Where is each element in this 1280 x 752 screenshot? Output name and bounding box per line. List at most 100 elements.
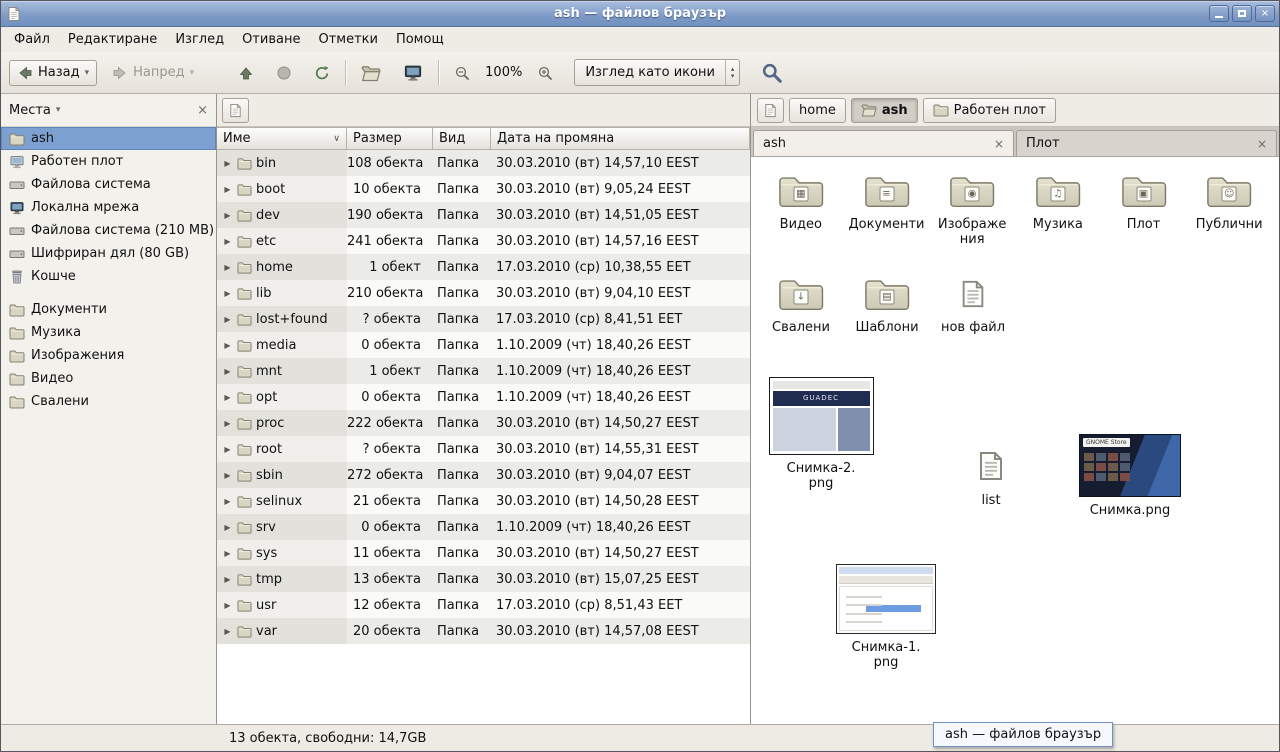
table-row[interactable]: ▶media0 обектаПапка1.10.2009 (чт) 18,40,… (217, 332, 750, 358)
stop-button[interactable] (269, 61, 299, 85)
table-row[interactable]: ▶sbin272 обектаПапка30.03.2010 (вт) 9,04… (217, 462, 750, 488)
expander-icon[interactable]: ▶ (222, 185, 233, 194)
sidebar-item-downloads[interactable]: Свалени (1, 390, 216, 413)
sidebar-item-filesystem-210mb[interactable]: Файлова система (210 MB) (1, 219, 216, 242)
sidebar-item-trash[interactable]: Кошче (1, 265, 216, 288)
icon-item-downloads[interactable]: ↓ Свалени (759, 274, 843, 336)
column-header-type[interactable]: Вид (433, 127, 491, 150)
zoom-out-button[interactable] (447, 61, 477, 85)
icon-item-music[interactable]: ♫ Музика (1016, 171, 1100, 248)
maximize-button[interactable] (1232, 5, 1252, 22)
computer-button[interactable] (396, 59, 430, 87)
table-row[interactable]: ▶dev190 обектаПапка30.03.2010 (вт) 14,51… (217, 202, 750, 228)
table-row[interactable]: ▶etc241 обектаПапка30.03.2010 (вт) 14,57… (217, 228, 750, 254)
table-row[interactable]: ▶var20 обектаПапка30.03.2010 (вт) 14,57,… (217, 618, 750, 644)
menu-item-go[interactable]: Отиване (233, 29, 309, 50)
menu-item-edit[interactable]: Редактиране (59, 29, 166, 50)
table-row[interactable]: ▶proc222 обектаПапка30.03.2010 (вт) 14,5… (217, 410, 750, 436)
table-row[interactable]: ▶tmp13 обектаПапка30.03.2010 (вт) 15,07,… (217, 566, 750, 592)
up-button[interactable] (231, 61, 261, 85)
column-header-date[interactable]: Дата на промяна (491, 127, 750, 150)
close-button[interactable]: × (1255, 5, 1275, 22)
table-row[interactable]: ▶selinux21 обектаПапка30.03.2010 (вт) 14… (217, 488, 750, 514)
icon-item-documents[interactable]: ≡ Документи (845, 171, 929, 248)
breadcrumb-home[interactable]: home (789, 98, 846, 123)
menu-item-help[interactable]: Помощ (387, 29, 453, 50)
expander-icon[interactable]: ▶ (222, 445, 233, 454)
breadcrumb-desktop[interactable]: Работен плот (923, 98, 1056, 123)
icon-item-snimka[interactable]: GNOME Store Снимка.png (1067, 434, 1193, 519)
sidebar-item-ash[interactable]: ash (1, 127, 216, 150)
icon-item-new-file[interactable]: нов файл (931, 274, 1015, 336)
back-button[interactable]: Назад ▾ (9, 60, 97, 86)
icon-item-templates[interactable]: ▤ Шаблони (845, 274, 929, 336)
expander-icon[interactable]: ▶ (222, 159, 233, 168)
expander-icon[interactable]: ▶ (222, 263, 233, 272)
menu-item-bookmarks[interactable]: Отметки (309, 29, 386, 50)
sidebar-close-icon[interactable]: × (197, 103, 208, 118)
tab-desktop[interactable]: Плот × (1016, 130, 1277, 156)
expander-icon[interactable]: ▶ (222, 315, 233, 324)
tab-ash[interactable]: ash × (753, 130, 1014, 156)
icon-item-desktop[interactable]: ▣ Плот (1102, 171, 1186, 248)
breadcrumb-ash[interactable]: ash (851, 98, 918, 123)
view-mode-selector[interactable]: Изглед като икони ▴▾ (574, 59, 740, 86)
minimize-button[interactable] (1209, 5, 1229, 22)
icon-item-public[interactable]: ☺ Публични (1187, 171, 1271, 248)
location-toggle-button[interactable] (222, 98, 249, 123)
sidebar-item-desktop[interactable]: Работен плот (1, 150, 216, 173)
sidebar-item-network[interactable]: Локална мрежа (1, 196, 216, 219)
table-row[interactable]: ▶srv0 обектаПапка1.10.2009 (чт) 18,40,26… (217, 514, 750, 540)
sidebar-dropdown-icon[interactable]: ▾ (56, 105, 61, 115)
expander-icon[interactable]: ▶ (222, 549, 233, 558)
expander-icon[interactable]: ▶ (222, 237, 233, 246)
titlebar[interactable]: ash — файлов браузър × (1, 1, 1279, 27)
table-row[interactable]: ▶usr12 обектаПапка17.03.2010 (ср) 8,51,4… (217, 592, 750, 618)
table-row[interactable]: ▶bin108 обектаПапка30.03.2010 (вт) 14,57… (217, 150, 750, 176)
icon-item-pictures[interactable]: ◉ Изображения (930, 171, 1014, 248)
tab-close-icon[interactable]: × (994, 137, 1004, 151)
sidebar-title[interactable]: Места (9, 103, 51, 118)
expander-icon[interactable]: ▶ (222, 419, 233, 428)
sidebar-item-documents[interactable]: Документи (1, 298, 216, 321)
table-row[interactable]: ▶mnt1 обектПапка1.10.2009 (чт) 18,40,26 … (217, 358, 750, 384)
expander-icon[interactable]: ▶ (222, 523, 233, 532)
icon-item-videos[interactable]: ▦ Видео (759, 171, 843, 248)
sidebar-item-videos[interactable]: Видео (1, 367, 216, 390)
menu-item-view[interactable]: Изглед (166, 29, 233, 50)
reload-button[interactable] (307, 61, 337, 85)
sidebar-item-encrypted-volume[interactable]: Шифриран дял (80 GB) (1, 242, 216, 265)
column-header-name[interactable]: Име ∨ (217, 127, 347, 150)
table-row[interactable]: ▶home1 обектПапка17.03.2010 (ср) 10,38,5… (217, 254, 750, 280)
table-row[interactable]: ▶root? обектаПапка30.03.2010 (вт) 14,55,… (217, 436, 750, 462)
back-menu-arrow-icon[interactable]: ▾ (85, 68, 90, 78)
column-header-size[interactable]: Размер (347, 127, 433, 150)
expander-icon[interactable]: ▶ (222, 601, 233, 610)
location-toggle-button[interactable] (757, 98, 784, 123)
expander-icon[interactable]: ▶ (222, 627, 233, 636)
expander-icon[interactable]: ▶ (222, 211, 233, 220)
table-row[interactable]: ▶opt0 обектаПапка1.10.2009 (чт) 18,40,26… (217, 384, 750, 410)
menu-item-file[interactable]: Файл (5, 29, 59, 50)
home-button[interactable] (354, 59, 388, 87)
table-row[interactable]: ▶lib210 обектаПапка30.03.2010 (вт) 9,04,… (217, 280, 750, 306)
sidebar-item-filesystem[interactable]: Файлова система (1, 173, 216, 196)
expander-icon[interactable]: ▶ (222, 289, 233, 298)
expander-icon[interactable]: ▶ (222, 497, 233, 506)
expander-icon[interactable]: ▶ (222, 575, 233, 584)
table-row[interactable]: ▶boot10 обектаПапка30.03.2010 (вт) 9,05,… (217, 176, 750, 202)
expander-icon[interactable]: ▶ (222, 393, 233, 402)
expander-icon[interactable]: ▶ (222, 341, 233, 350)
sidebar-item-music[interactable]: Музика (1, 321, 216, 344)
forward-button[interactable]: Напред ▾ (105, 61, 201, 85)
icon-item-snimka1[interactable]: Снимка-1.png (826, 564, 946, 671)
table-row[interactable]: ▶sys11 обектаПапка30.03.2010 (вт) 14,50,… (217, 540, 750, 566)
icon-item-snimka2[interactable]: GUADEC Снимка-2.png (763, 377, 879, 492)
table-row[interactable]: ▶lost+found? обектаПапка17.03.2010 (ср) … (217, 306, 750, 332)
icon-item-list[interactable]: list (951, 445, 1031, 509)
expander-icon[interactable]: ▶ (222, 471, 233, 480)
zoom-in-button[interactable] (530, 61, 560, 85)
tab-close-icon[interactable]: × (1257, 137, 1267, 151)
spinner-arrows-icon[interactable]: ▴▾ (725, 60, 740, 85)
sidebar-item-pictures[interactable]: Изображения (1, 344, 216, 367)
